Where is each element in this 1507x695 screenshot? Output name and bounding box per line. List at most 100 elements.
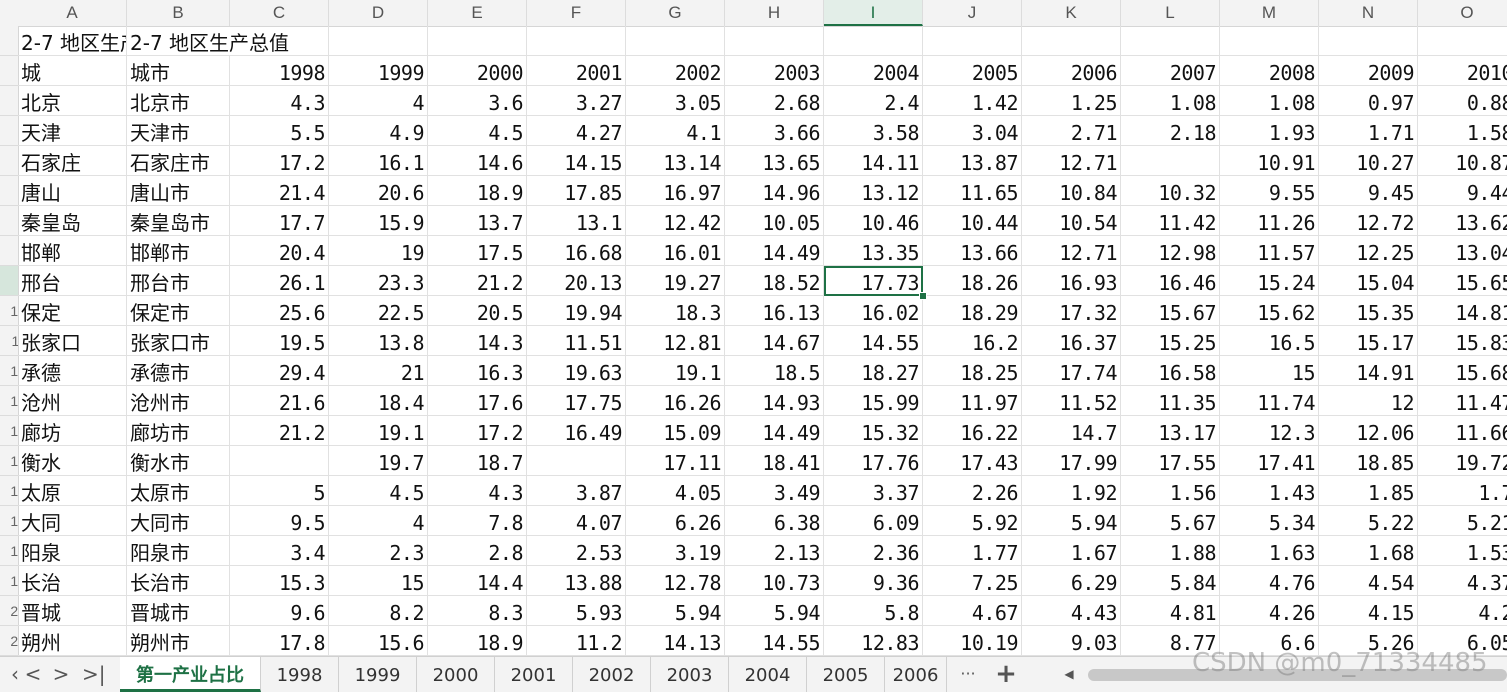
cell-m13[interactable]: 11.74	[1220, 386, 1319, 416]
cell-i12[interactable]: 18.27	[824, 356, 923, 386]
cell-m1[interactable]	[1220, 26, 1319, 56]
prev-sheet-icon[interactable]: <	[22, 663, 44, 685]
cell-n8[interactable]: 12.25	[1319, 236, 1418, 266]
cell-d21[interactable]: 15.6	[329, 626, 428, 656]
cell-j4[interactable]: 3.04	[923, 116, 1022, 146]
cell-j2[interactable]: 2005	[923, 56, 1022, 86]
cell-i11[interactable]: 14.55	[824, 326, 923, 356]
sheet-tab-1[interactable]: 1998	[261, 657, 339, 692]
cell-j3[interactable]: 1.42	[923, 86, 1022, 116]
cell-l19[interactable]: 5.84	[1121, 566, 1220, 596]
cell-e20[interactable]: 8.3	[428, 596, 527, 626]
cell-k10[interactable]: 17.32	[1022, 296, 1121, 326]
cell-j12[interactable]: 18.25	[923, 356, 1022, 386]
cell-o12[interactable]: 15.68	[1418, 356, 1507, 386]
cell-a6[interactable]: 唐山	[18, 176, 127, 206]
cell-j8[interactable]: 13.66	[923, 236, 1022, 266]
cell-g10[interactable]: 18.3	[626, 296, 725, 326]
cell-e17[interactable]: 7.8	[428, 506, 527, 536]
cell-h1[interactable]	[725, 26, 824, 56]
cell-g11[interactable]: 12.81	[626, 326, 725, 356]
sheet-tab-9[interactable]: 2006	[885, 657, 947, 692]
row-header-14[interactable]: 14	[0, 416, 18, 446]
cell-n16[interactable]: 1.85	[1319, 476, 1418, 506]
cell-g13[interactable]: 16.26	[626, 386, 725, 416]
cell-a17[interactable]: 大同	[18, 506, 127, 536]
cell-e15[interactable]: 18.7	[428, 446, 527, 476]
cell-b4[interactable]: 天津市	[127, 116, 230, 146]
cell-n20[interactable]: 4.15	[1319, 596, 1418, 626]
cell-l10[interactable]: 15.67	[1121, 296, 1220, 326]
cell-a7[interactable]: 秦皇岛	[18, 206, 127, 236]
cell-m20[interactable]: 4.26	[1220, 596, 1319, 626]
cell-n9[interactable]: 15.04	[1319, 266, 1418, 296]
cell-n1[interactable]	[1319, 26, 1418, 56]
cell-f11[interactable]: 11.51	[527, 326, 626, 356]
cell-m8[interactable]: 11.57	[1220, 236, 1319, 266]
cell-l15[interactable]: 17.55	[1121, 446, 1220, 476]
cell-g7[interactable]: 12.42	[626, 206, 725, 236]
cell-c9[interactable]: 26.1	[230, 266, 329, 296]
cell-m9[interactable]: 15.24	[1220, 266, 1319, 296]
cell-n14[interactable]: 12.06	[1319, 416, 1418, 446]
cell-o14[interactable]: 11.66	[1418, 416, 1507, 446]
cell-c19[interactable]: 15.3	[230, 566, 329, 596]
cell-f2[interactable]: 2001	[527, 56, 626, 86]
sheet-tab-3[interactable]: 2000	[417, 657, 495, 692]
cell-f13[interactable]: 17.75	[527, 386, 626, 416]
cell-i20[interactable]: 5.8	[824, 596, 923, 626]
cell-f21[interactable]: 11.2	[527, 626, 626, 656]
cell-d18[interactable]: 2.3	[329, 536, 428, 566]
cell-j10[interactable]: 18.29	[923, 296, 1022, 326]
cell-i17[interactable]: 6.09	[824, 506, 923, 536]
cell-g20[interactable]: 5.94	[626, 596, 725, 626]
cell-o7[interactable]: 13.62	[1418, 206, 1507, 236]
cell-a2[interactable]: 城	[18, 56, 127, 86]
cell-c6[interactable]: 21.4	[230, 176, 329, 206]
cell-c2[interactable]: 1998	[230, 56, 329, 86]
cell-h18[interactable]: 2.13	[725, 536, 824, 566]
cell-f19[interactable]: 13.88	[527, 566, 626, 596]
scroll-left-icon[interactable]: ◀	[1058, 663, 1080, 685]
cell-i19[interactable]: 9.36	[824, 566, 923, 596]
column-header-a[interactable]: A	[18, 0, 127, 26]
cell-l6[interactable]: 10.32	[1121, 176, 1220, 206]
cell-e19[interactable]: 14.4	[428, 566, 527, 596]
cell-a20[interactable]: 晋城	[18, 596, 127, 626]
cell-d19[interactable]: 15	[329, 566, 428, 596]
cell-l9[interactable]: 16.46	[1121, 266, 1220, 296]
cell-c3[interactable]: 4.3	[230, 86, 329, 116]
cell-b10[interactable]: 保定市	[127, 296, 230, 326]
cell-j6[interactable]: 11.65	[923, 176, 1022, 206]
cell-a5[interactable]: 石家庄	[18, 146, 127, 176]
cell-c17[interactable]: 9.5	[230, 506, 329, 536]
cell-h14[interactable]: 14.49	[725, 416, 824, 446]
cell-k21[interactable]: 9.03	[1022, 626, 1121, 656]
cell-n17[interactable]: 5.22	[1319, 506, 1418, 536]
row-header-2[interactable]: 2	[0, 56, 18, 86]
cell-l8[interactable]: 12.98	[1121, 236, 1220, 266]
cell-k6[interactable]: 10.84	[1022, 176, 1121, 206]
cell-h20[interactable]: 5.94	[725, 596, 824, 626]
cell-h12[interactable]: 18.5	[725, 356, 824, 386]
cell-m19[interactable]: 4.76	[1220, 566, 1319, 596]
cell-a14[interactable]: 廊坊	[18, 416, 127, 446]
cell-a12[interactable]: 承德	[18, 356, 127, 386]
cell-h11[interactable]: 14.67	[725, 326, 824, 356]
cell-n13[interactable]: 12	[1319, 386, 1418, 416]
cell-h16[interactable]: 3.49	[725, 476, 824, 506]
cell-i18[interactable]: 2.36	[824, 536, 923, 566]
cell-f18[interactable]: 2.53	[527, 536, 626, 566]
cell-g4[interactable]: 4.1	[626, 116, 725, 146]
cell-l11[interactable]: 15.25	[1121, 326, 1220, 356]
cell-g2[interactable]: 2002	[626, 56, 725, 86]
cell-i2[interactable]: 2004	[824, 56, 923, 86]
cell-c21[interactable]: 17.8	[230, 626, 329, 656]
cell-b14[interactable]: 廊坊市	[127, 416, 230, 446]
cell-e1[interactable]	[428, 26, 527, 56]
sheet-tab-8[interactable]: 2005	[807, 657, 885, 692]
cell-a13[interactable]: 沧州	[18, 386, 127, 416]
cell-g6[interactable]: 16.97	[626, 176, 725, 206]
cell-d7[interactable]: 15.9	[329, 206, 428, 236]
cell-o5[interactable]: 10.87	[1418, 146, 1507, 176]
